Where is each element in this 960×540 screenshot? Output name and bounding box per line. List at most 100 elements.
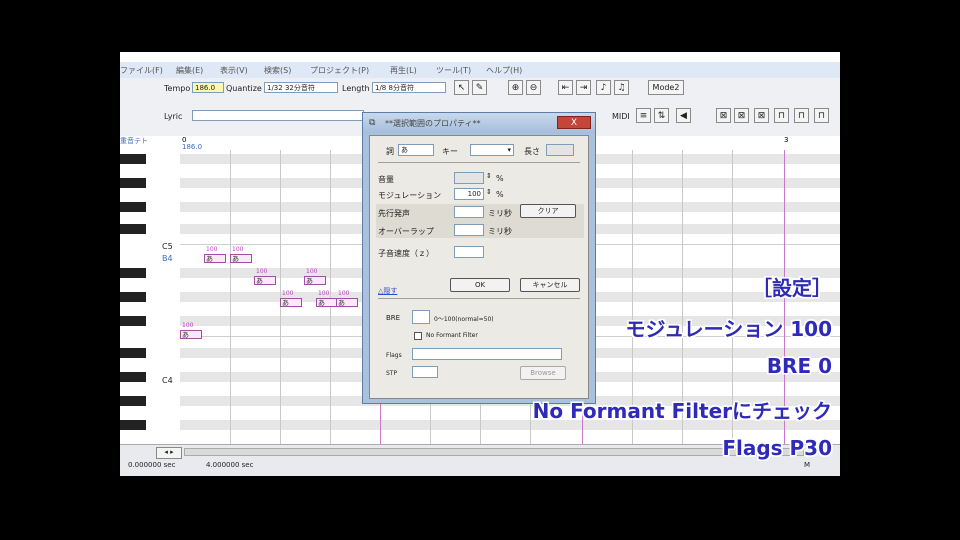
close-icon[interactable]: X bbox=[557, 116, 591, 129]
note-value: 100 bbox=[256, 268, 268, 275]
subtitle-line: ［設定］ bbox=[752, 276, 832, 300]
forward-icon[interactable]: ⇥ bbox=[576, 80, 591, 95]
view-icon-6[interactable]: ⊓ bbox=[814, 108, 829, 123]
preutterance-field[interactable] bbox=[454, 206, 484, 218]
key-select[interactable]: ▾ bbox=[470, 144, 514, 156]
note-next-icon[interactable]: ♫ bbox=[614, 80, 629, 95]
view-icon-1[interactable]: ⊠ bbox=[716, 108, 731, 123]
divider bbox=[378, 162, 580, 163]
lyric-field[interactable]: あ bbox=[398, 144, 434, 156]
length-field bbox=[546, 144, 574, 156]
volume-field[interactable] bbox=[454, 172, 484, 184]
black-key[interactable] bbox=[120, 372, 146, 382]
cancel-button[interactable]: キャンセル bbox=[520, 278, 580, 292]
view-icon-3[interactable]: ⊠ bbox=[754, 108, 769, 123]
mode2-button[interactable]: Mode2 bbox=[648, 80, 684, 95]
note[interactable]: あ bbox=[280, 298, 302, 307]
menu-help[interactable]: ヘルプ(H) bbox=[486, 65, 522, 76]
divider bbox=[378, 298, 580, 299]
key-label-c4: C4 bbox=[162, 376, 173, 385]
modulation-spinner-icon[interactable]: ⇕ bbox=[486, 188, 492, 196]
consonant-velocity-label: 子音速度（ｚ） bbox=[378, 249, 434, 258]
subtitle-line: モジュレーション 100 bbox=[625, 317, 832, 341]
view-icon-4[interactable]: ⊓ bbox=[774, 108, 789, 123]
subtitle-line: Flags P30 bbox=[722, 436, 832, 460]
menu-edit[interactable]: 編集(E) bbox=[176, 65, 203, 76]
bre-label: BRE bbox=[386, 314, 401, 322]
dialog-body: 詞 あ キー ▾ 長さ 音量 ⇕ % モジュレーション 100 ⇕ % 先行発声… bbox=[369, 135, 589, 399]
view-icon-2[interactable]: ⊠ bbox=[734, 108, 749, 123]
note[interactable]: あ bbox=[230, 254, 252, 263]
note[interactable]: あ bbox=[316, 298, 338, 307]
note[interactable]: あ bbox=[336, 298, 358, 307]
scroll-controls[interactable]: ◂ ▸ bbox=[156, 447, 182, 459]
lyric-input[interactable] bbox=[192, 110, 364, 121]
menu-tools[interactable]: ツール(T) bbox=[436, 65, 471, 76]
piano-keyboard[interactable]: C5 B4 C4 bbox=[120, 150, 181, 444]
note[interactable]: あ bbox=[254, 276, 276, 285]
midi-sync-icon[interactable]: ⇅ bbox=[654, 108, 669, 123]
ok-button[interactable]: OK bbox=[450, 278, 510, 292]
menu-view[interactable]: 表示(V) bbox=[220, 65, 248, 76]
bre-range-hint: 0～100(normal=50) bbox=[434, 316, 494, 323]
black-key[interactable] bbox=[120, 268, 146, 278]
modulation-field[interactable]: 100 bbox=[454, 188, 484, 200]
menu-playback[interactable]: 再生(L) bbox=[390, 65, 417, 76]
zoom-in-icon[interactable]: ⊕ bbox=[508, 80, 523, 95]
note-value: 100 bbox=[306, 268, 318, 275]
black-key[interactable] bbox=[120, 292, 146, 302]
note[interactable]: あ bbox=[304, 276, 326, 285]
volume-label: 音量 bbox=[378, 175, 394, 184]
rewind-icon[interactable]: ⇤ bbox=[558, 80, 573, 95]
tempo-field[interactable]: 186.0 bbox=[192, 82, 224, 93]
key-field-label: キー bbox=[442, 147, 458, 156]
hide-advanced-link[interactable]: △隠す bbox=[378, 286, 397, 296]
flags-label: Flags bbox=[386, 352, 402, 359]
midi-back-icon[interactable]: ◀ bbox=[676, 108, 691, 123]
black-key[interactable] bbox=[120, 316, 146, 326]
overlap-label: オーバーラップ bbox=[378, 227, 434, 236]
black-key[interactable] bbox=[120, 154, 146, 164]
pointer-tool-icon[interactable]: ↖ bbox=[454, 80, 469, 95]
note[interactable]: あ bbox=[180, 330, 202, 339]
menu-search[interactable]: 検索(S) bbox=[264, 65, 291, 76]
horizontal-scrollbar[interactable] bbox=[184, 448, 804, 456]
black-key[interactable] bbox=[120, 178, 146, 188]
length-field-label: 長さ bbox=[524, 147, 540, 156]
bre-field[interactable] bbox=[412, 310, 430, 324]
note-prev-icon[interactable]: ♪ bbox=[596, 80, 611, 95]
black-key[interactable] bbox=[120, 396, 146, 406]
zoom-out-icon[interactable]: ⊖ bbox=[526, 80, 541, 95]
black-key[interactable] bbox=[120, 420, 146, 430]
note-value: 100 bbox=[206, 246, 218, 253]
view-icon-5[interactable]: ⊓ bbox=[794, 108, 809, 123]
no-formant-filter-checkbox[interactable] bbox=[414, 332, 422, 340]
midi-grid-icon[interactable]: ≡ bbox=[636, 108, 651, 123]
black-key[interactable] bbox=[120, 202, 146, 212]
dialog-title: **選択範囲のプロパティ** bbox=[385, 119, 481, 128]
overlap-field[interactable] bbox=[454, 224, 484, 236]
black-key[interactable] bbox=[120, 348, 146, 358]
consonant-velocity-field[interactable] bbox=[454, 246, 484, 258]
note-value: 100 bbox=[338, 290, 350, 297]
note[interactable]: あ bbox=[204, 254, 226, 263]
volume-unit: % bbox=[496, 174, 504, 183]
menu-file[interactable]: ファイル(F) bbox=[120, 65, 163, 76]
tempo-label: Tempo bbox=[164, 84, 191, 93]
pencil-tool-icon[interactable]: ✎ bbox=[472, 80, 487, 95]
clear-button[interactable]: クリア bbox=[520, 204, 576, 218]
stp-field[interactable] bbox=[412, 366, 438, 378]
dialog-titlebar[interactable]: ⧉ **選択範囲のプロパティ** X bbox=[363, 113, 595, 133]
menu-bar: ファイル(F) 編集(E) 表示(V) 検索(S) プロジェクト(P) 再生(L… bbox=[120, 62, 840, 78]
menu-project[interactable]: プロジェクト(P) bbox=[310, 65, 369, 76]
browse-button[interactable]: Browse bbox=[520, 366, 566, 380]
zoom-indicator: M bbox=[804, 461, 811, 469]
time-end: 4.000000 sec bbox=[206, 461, 254, 469]
length-select[interactable]: 1/8 8分音符 bbox=[372, 82, 446, 93]
flags-field[interactable] bbox=[412, 348, 562, 360]
quantize-select[interactable]: 1/32 32分音符 bbox=[264, 82, 338, 93]
black-key[interactable] bbox=[120, 224, 146, 234]
stp-label: STP bbox=[386, 370, 398, 377]
note-value: 100 bbox=[282, 290, 294, 297]
volume-spinner-icon[interactable]: ⇕ bbox=[486, 172, 492, 180]
